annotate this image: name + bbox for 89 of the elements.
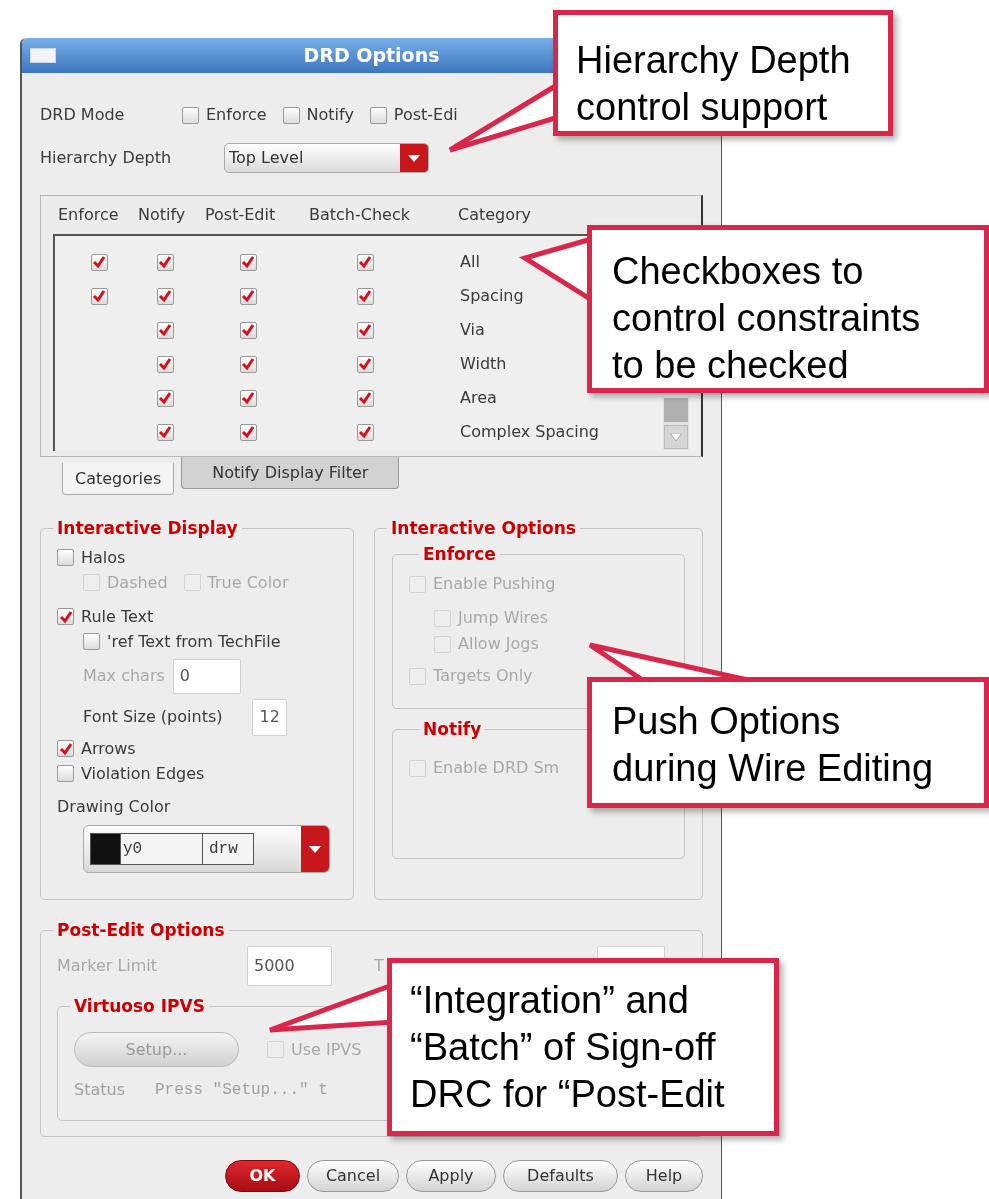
checkbox[interactable] xyxy=(356,389,374,407)
checkbox-label: Notify xyxy=(306,104,354,126)
tab[interactable]: Categories xyxy=(62,463,175,495)
caret-icon xyxy=(408,154,420,162)
checkbox[interactable] xyxy=(156,389,174,407)
checkbox-label: Halos xyxy=(81,546,126,569)
checkbox[interactable] xyxy=(239,389,257,407)
status-text: Press "Setup..." t xyxy=(155,1079,328,1101)
checkbox[interactable] xyxy=(156,355,174,373)
checkbox[interactable] xyxy=(57,740,74,757)
checkbox[interactable] xyxy=(369,106,387,124)
callout-text: Checkboxes to control constraints to be checked xyxy=(612,249,922,388)
dialog-button[interactable]: Cancel xyxy=(307,1160,399,1192)
checkbox[interactable] xyxy=(239,287,257,305)
table-cell-text: Area xyxy=(460,387,497,409)
table-cell-text: Spacing xyxy=(460,285,524,307)
checkbox[interactable] xyxy=(356,423,374,441)
callout-text: “Integration” and “Batch” of Sign-off DRC for “Post-Edit xyxy=(410,978,726,1117)
field-label: T xyxy=(374,955,384,977)
checkbox-label: Use IPVS xyxy=(291,1038,362,1061)
dropdown-arrow-button[interactable] xyxy=(301,826,329,872)
column-header: Category xyxy=(458,204,533,226)
table-cell-text: Via xyxy=(460,319,485,341)
checkbox[interactable] xyxy=(83,633,100,650)
scrollbar[interactable] xyxy=(663,398,689,450)
layer-name: y0 xyxy=(121,834,203,864)
checkbox-label: 'ref Text from TechFile xyxy=(107,630,281,653)
checkbox[interactable] xyxy=(239,355,257,373)
checkbox[interactable] xyxy=(356,253,374,271)
field-label: Max chars xyxy=(83,665,165,687)
checkbox[interactable] xyxy=(356,355,374,373)
checkbox[interactable] xyxy=(356,287,374,305)
checkbox[interactable] xyxy=(156,253,174,271)
dialog-button[interactable]: Apply xyxy=(406,1160,496,1192)
checkbox[interactable] xyxy=(156,423,174,441)
dialog-button[interactable]: Help xyxy=(625,1160,703,1192)
checkbox[interactable] xyxy=(57,549,74,566)
field-label: Hierarchy Depth xyxy=(40,147,173,169)
column-header: Enforce xyxy=(58,204,120,226)
checkbox[interactable] xyxy=(156,321,174,339)
checkbox[interactable] xyxy=(90,253,108,271)
tab[interactable]: Notify Display Filter xyxy=(181,457,400,489)
purpose-name: drw xyxy=(208,839,239,860)
checkbox[interactable] xyxy=(57,765,74,782)
checkbox-label: Enforce xyxy=(206,104,267,126)
dialog-button[interactable]: Defaults xyxy=(503,1160,618,1192)
checkbox-label: Enable Pushing xyxy=(433,573,556,595)
dialog-button[interactable]: OK xyxy=(225,1160,300,1192)
checkbox-label: Post-Edi xyxy=(393,104,458,126)
checkbox-label: Rule Text xyxy=(81,605,154,628)
column-header: Batch-Check xyxy=(309,204,411,226)
checkbox[interactable] xyxy=(356,321,374,339)
column-header: Post-Edit xyxy=(205,204,277,226)
checkbox-label: Targets Only xyxy=(433,665,533,687)
checkbox-label: True Color xyxy=(207,571,289,594)
color-swatch xyxy=(91,834,121,864)
checkbox[interactable] xyxy=(57,608,74,625)
input-field[interactable] xyxy=(596,946,665,958)
checkbox-label: Allow Jogs xyxy=(458,633,539,655)
column-header: Notify xyxy=(138,204,187,226)
field-label: DRD Mode xyxy=(40,104,126,126)
checkbox[interactable] xyxy=(182,106,199,124)
color-picker[interactable]: y0 drw xyxy=(83,825,330,873)
window-title: DRD Options xyxy=(303,43,440,69)
checkbox[interactable] xyxy=(90,287,108,305)
field-label: Marker Limit xyxy=(57,955,159,977)
table-cell-text: All xyxy=(460,251,480,273)
checkbox-label: Violation Edges xyxy=(81,762,205,785)
caret-icon xyxy=(309,845,321,853)
checkbox-label: Jump Wires xyxy=(458,607,548,629)
status-label: Status xyxy=(74,1078,125,1101)
table-cell-text: Complex Spacing xyxy=(460,421,599,443)
input-field[interactable]: 12 xyxy=(252,698,288,736)
checkbox[interactable] xyxy=(239,321,257,339)
table-cell-text: Width xyxy=(460,353,507,375)
checkbox-label: Arrows xyxy=(81,737,136,760)
checkbox-label: Dashed xyxy=(107,571,168,594)
callout-text: Hierarchy Depth control support xyxy=(576,38,852,130)
scrollbar-thumb[interactable] xyxy=(664,398,688,422)
checkbox-label: Enable DRD Sm xyxy=(433,757,560,779)
dropdown[interactable]: Top Level xyxy=(224,143,429,173)
checkbox[interactable] xyxy=(282,106,300,124)
checkbox[interactable] xyxy=(239,423,257,441)
checkbox[interactable] xyxy=(156,287,174,305)
field-label: Font Size (points) xyxy=(83,706,223,728)
field-label: Drawing Color xyxy=(57,795,172,818)
dropdown-arrow-button[interactable] xyxy=(400,144,428,172)
checkbox[interactable] xyxy=(239,253,257,271)
callout-text: Push Options during Wire Editing xyxy=(612,699,934,791)
